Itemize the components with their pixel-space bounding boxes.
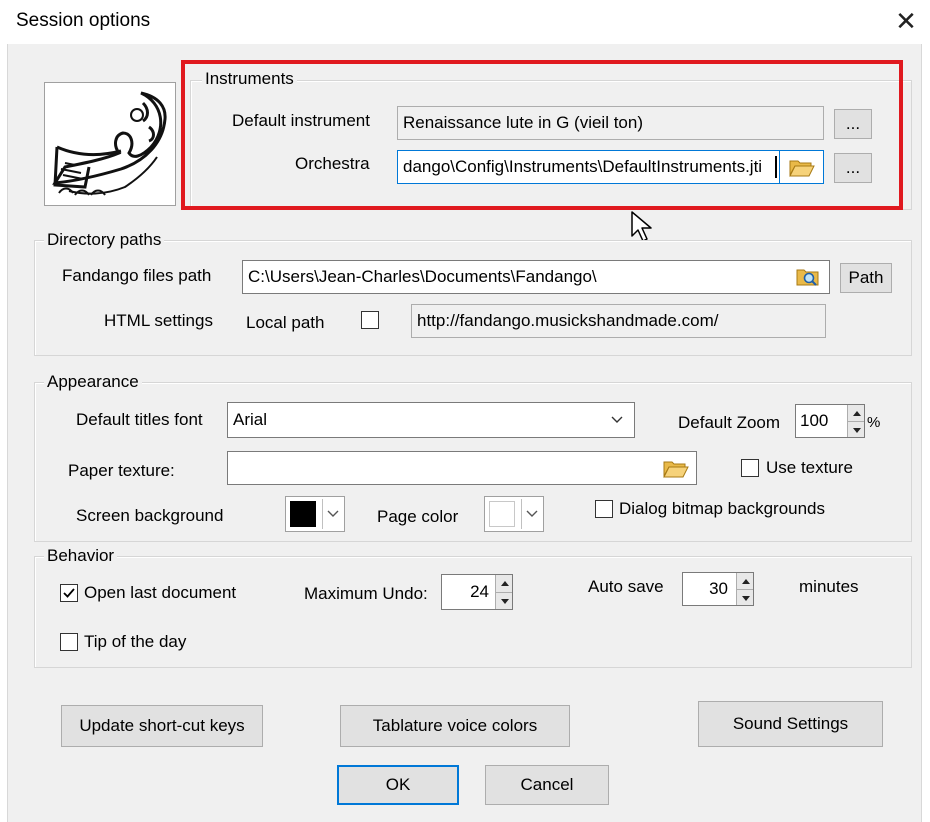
auto-save-field[interactable]: 30 <box>682 572 754 606</box>
paper-texture-folder-icon[interactable] <box>660 455 692 481</box>
sound-settings-button[interactable]: Sound Settings <box>698 701 883 747</box>
spin-up-icon[interactable] <box>848 405 864 421</box>
files-path-field[interactable]: C:\Users\Jean-Charles\Documents\Fandango… <box>242 260 830 294</box>
tip-of-day-label: Tip of the day <box>84 632 187 651</box>
cancel-button[interactable]: Cancel <box>485 765 609 805</box>
zoom-spinner[interactable] <box>847 405 864 437</box>
directory-paths-group-title: Directory paths <box>44 230 165 250</box>
update-shortcuts-button[interactable]: Update short-cut keys <box>61 705 263 747</box>
window-edge-right <box>921 44 930 822</box>
chevron-down-icon <box>606 404 628 436</box>
zoom-unit-label: % <box>867 414 881 431</box>
open-last-label: Open last document <box>84 583 237 602</box>
auto-save-label: Auto save <box>588 577 664 596</box>
max-undo-label: Maximum Undo: <box>304 584 428 603</box>
local-path-checkbox[interactable] <box>361 311 379 329</box>
html-url-field: http://fandango.musickshandmade.com/ <box>411 304 826 338</box>
dialog-title: Session options <box>16 10 151 31</box>
chevron-down-icon <box>322 499 343 529</box>
chevron-down-icon <box>521 499 542 529</box>
page-color-picker[interactable] <box>484 496 544 532</box>
directory-paths-group <box>34 240 912 356</box>
titles-font-select[interactable]: Arial <box>227 402 635 438</box>
local-path-label: Local path <box>246 313 325 332</box>
close-icon[interactable]: ✕ <box>888 6 924 36</box>
spin-up-icon[interactable] <box>737 573 753 589</box>
default-zoom-value: 100 <box>800 411 829 430</box>
undo-spinner[interactable] <box>495 575 512 609</box>
screen-background-color-picker[interactable] <box>285 496 345 532</box>
dialog-bitmap-label: Dialog bitmap backgrounds <box>619 499 826 518</box>
screen-background-label: Screen background <box>76 506 224 525</box>
behavior-group-title: Behavior <box>44 546 118 566</box>
files-path-label: Fandango files path <box>62 266 212 285</box>
spin-up-icon[interactable] <box>496 575 512 592</box>
max-undo-value: 24 <box>470 582 489 601</box>
default-zoom-label: Default Zoom <box>678 413 781 432</box>
page-color-swatch <box>489 501 515 527</box>
path-button[interactable]: Path <box>840 263 892 293</box>
tip-of-day-checkbox[interactable] <box>60 633 78 651</box>
tablature-colors-button[interactable]: Tablature voice colors <box>340 705 570 747</box>
paper-texture-field[interactable] <box>227 451 697 485</box>
default-zoom-field[interactable]: 100 <box>795 404 865 438</box>
spin-down-icon[interactable] <box>496 592 512 609</box>
appearance-group-title: Appearance <box>44 372 142 392</box>
max-undo-field[interactable]: 24 <box>441 574 513 610</box>
paper-texture-label: Paper texture: <box>68 461 175 480</box>
dialog-bitmap-checkbox[interactable] <box>595 500 613 518</box>
page-color-label: Page color <box>377 507 459 526</box>
browse-folder-search-icon[interactable] <box>792 264 824 290</box>
html-settings-label: HTML settings <box>104 311 213 330</box>
screen-background-swatch <box>290 501 316 527</box>
window-edge-left <box>0 44 8 822</box>
instruments-highlight-frame <box>181 60 903 210</box>
lute-illustration <box>44 82 176 206</box>
auto-save-spinner[interactable] <box>736 573 753 605</box>
titles-font-value: Arial <box>233 410 268 429</box>
minutes-label: minutes <box>799 577 859 596</box>
spin-down-icon[interactable] <box>737 589 753 605</box>
use-texture-label: Use texture <box>766 458 853 477</box>
ok-button[interactable]: OK <box>337 765 459 805</box>
titles-font-label: Default titles font <box>76 410 203 429</box>
spin-down-icon[interactable] <box>848 421 864 437</box>
open-last-checkbox[interactable] <box>60 584 78 602</box>
auto-save-value: 30 <box>709 579 728 598</box>
use-texture-checkbox[interactable] <box>741 459 759 477</box>
